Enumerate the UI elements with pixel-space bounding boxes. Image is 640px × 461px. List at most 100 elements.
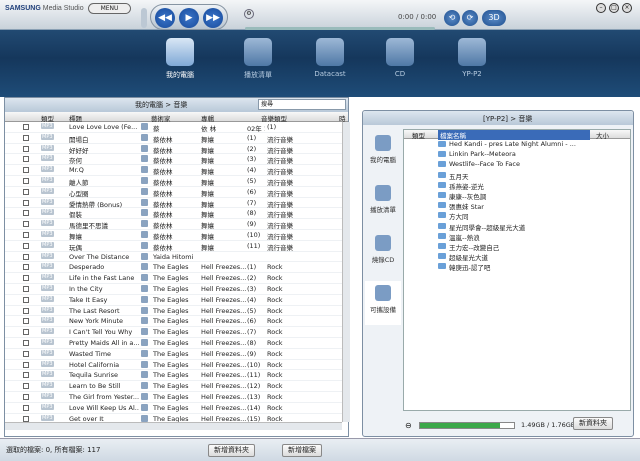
row-checkbox[interactable] [23,318,29,325]
info-icon[interactable] [141,295,148,303]
info-icon[interactable] [141,144,148,152]
row-checkbox[interactable] [23,361,29,368]
info-icon[interactable] [141,284,148,292]
row-checkbox[interactable] [23,177,29,184]
row-checkbox[interactable] [23,221,29,228]
row-checkbox[interactable] [23,285,29,292]
row-checkbox[interactable] [23,124,29,130]
repeat-icon[interactable]: ⟳ [462,10,478,26]
table-row[interactable]: MP3 Life in the Fast Lane The Eagles Hel… [5,273,342,284]
info-icon[interactable] [141,166,148,174]
info-icon[interactable] [141,252,148,260]
info-icon[interactable] [141,133,148,141]
table-row[interactable]: MP3 Over The Distance Yaida Hitomi [5,252,342,263]
table-row[interactable]: MP3 離人節 蔡依林 舞孃 (5) 流行音樂 [5,176,342,187]
row-checkbox[interactable] [23,404,29,411]
list-item[interactable]: 溫嵐--熱浪 [404,231,630,241]
row-checkbox[interactable] [23,167,29,174]
table-row[interactable]: MP3 奈何 蔡依林 舞孃 (3) 流行音樂 [5,154,342,165]
list-item[interactable]: 張惠妹 Star [404,200,630,210]
row-checkbox[interactable] [23,188,29,195]
table-row[interactable]: MP3 開場白 蔡依林 舞孃 (1) 流行音樂 [5,133,342,144]
vertical-scrollbar[interactable] [342,122,350,422]
table-row[interactable]: MP3 玩偶 蔡依林 舞孃 (11) 流行音樂 [5,241,342,252]
table-row[interactable]: MP3 假裝 蔡依林 舞孃 (8) 流行音樂 [5,208,342,219]
info-icon[interactable] [141,220,148,228]
row-checkbox[interactable] [23,350,29,357]
list-item[interactable]: 超級星光大道 [404,251,630,261]
row-checkbox[interactable] [23,275,29,282]
info-icon[interactable] [141,155,148,163]
menu-button[interactable]: MENU [88,3,131,14]
info-icon[interactable] [141,241,148,249]
table-row[interactable]: MP3 愛情熱帶 (Bonus) 蔡依林 舞孃 (7) 流行音樂 [5,198,342,209]
row-checkbox[interactable] [23,199,29,206]
table-row[interactable]: MP3 馬德里不思議 蔡依林 舞孃 (9) 流行音樂 [5,219,342,230]
info-icon[interactable] [141,306,148,314]
nav-playlist[interactable]: 播放清單 [228,38,288,80]
info-icon[interactable] [141,230,148,238]
info-icon[interactable] [141,338,148,346]
info-icon[interactable] [141,392,148,400]
tab-burn-cd[interactable]: 燒錄CD [365,231,401,275]
rewind-button[interactable]: ◀◀ [155,8,175,28]
forward-button[interactable]: ▶▶ [203,8,223,28]
row-checkbox[interactable] [23,307,29,314]
list-item[interactable]: 星光同學會--超級星光大道 [404,221,630,231]
tab-my-computer[interactable]: 我的電腦 [365,131,401,175]
row-checkbox[interactable] [23,329,29,336]
list-item[interactable]: 王力宏--改變自己 [404,241,630,251]
add-file-button[interactable]: 新增檔案 [282,444,322,457]
row-checkbox[interactable] [23,145,29,152]
info-icon[interactable] [141,274,148,282]
table-row[interactable]: MP3 心型圈 蔡依林 舞孃 (6) 流行音樂 [5,187,342,198]
eject-icon[interactable]: ⊖ [405,421,419,431]
table-row[interactable]: MP3 In the City The Eagles Hell Freezes.… [5,284,342,295]
row-checkbox[interactable] [23,393,29,400]
volume-slider[interactable] [141,8,147,28]
list-item[interactable]: Westlife--Face To Face [404,159,630,169]
table-row[interactable]: MP3 Get over It The Eagles Hell Freezes.… [5,414,342,422]
close-icon[interactable]: × [622,3,632,13]
list-item[interactable]: Linkin Park--Meteora [404,149,630,159]
row-checkbox[interactable] [23,253,29,260]
list-item[interactable]: 方大同 [404,210,630,221]
table-row[interactable]: MP3 Tequila Sunrise The Eagles Hell Free… [5,370,342,382]
table-row[interactable]: MP3 好好好 蔡依林 舞孃 (2) 流行音樂 [5,144,342,155]
table-row[interactable]: MP3 The Girl from Yester... The Eagles H… [5,392,342,403]
list-item[interactable]: 孫燕姿-逆光 [404,180,630,190]
maximize-icon[interactable]: □ [609,3,619,13]
info-icon[interactable] [141,198,148,206]
info-icon[interactable] [141,403,148,411]
nav-yp-p2[interactable]: YP-P2 [442,38,502,78]
search-input[interactable]: 搜尋 [258,99,346,110]
info-icon[interactable] [141,328,148,336]
table-row[interactable]: MP3 Desperado The Eagles Hell Freezes...… [5,262,342,274]
info-icon[interactable] [141,414,148,422]
list-item[interactable]: 康康--灰色調 [404,190,630,200]
shuffle-icon[interactable]: ⟲ [444,10,460,26]
new-folder-button[interactable]: 新資料夾 [573,417,613,430]
nav-my-computer[interactable]: 我的電腦 [150,38,210,80]
row-checkbox[interactable] [23,231,29,238]
table-row[interactable]: MP3 Hotel California The Eagles Hell Fre… [5,360,342,371]
table-row[interactable]: MP3 Love Love Love (Fe... 蔡 依 林 02年 1 ..… [5,122,342,133]
table-row[interactable]: MP3 I Can't Tell You Why The Eagles Hell… [5,327,342,338]
info-icon[interactable] [141,349,148,357]
row-checkbox[interactable] [23,383,29,390]
info-icon[interactable] [141,382,148,390]
table-row[interactable]: MP3 Take It Easy The Eagles Hell Freezes… [5,295,342,306]
table-row[interactable]: MP3 Wasted Time The Eagles Hell Freezes.… [5,349,342,360]
table-row[interactable]: MP3 Love Will Keep Us Al... The Eagles H… [5,403,342,414]
add-folder-button[interactable]: 新增資料夾 [208,444,255,457]
nav-datacast[interactable]: Datacast [300,38,360,78]
table-row[interactable]: MP3 Mr.Q 蔡依林 舞孃 (4) 流行音樂 [5,165,342,176]
list-item[interactable]: 五月天 [404,170,630,180]
row-checkbox[interactable] [23,264,29,271]
info-icon[interactable] [141,123,148,130]
row-checkbox[interactable] [23,242,29,249]
table-row[interactable]: MP3 The Last Resort The Eagles Hell Free… [5,306,342,317]
info-icon[interactable] [141,209,148,217]
row-checkbox[interactable] [23,210,29,217]
table-row[interactable]: MP3 New York Minute The Eagles Hell Free… [5,316,342,328]
